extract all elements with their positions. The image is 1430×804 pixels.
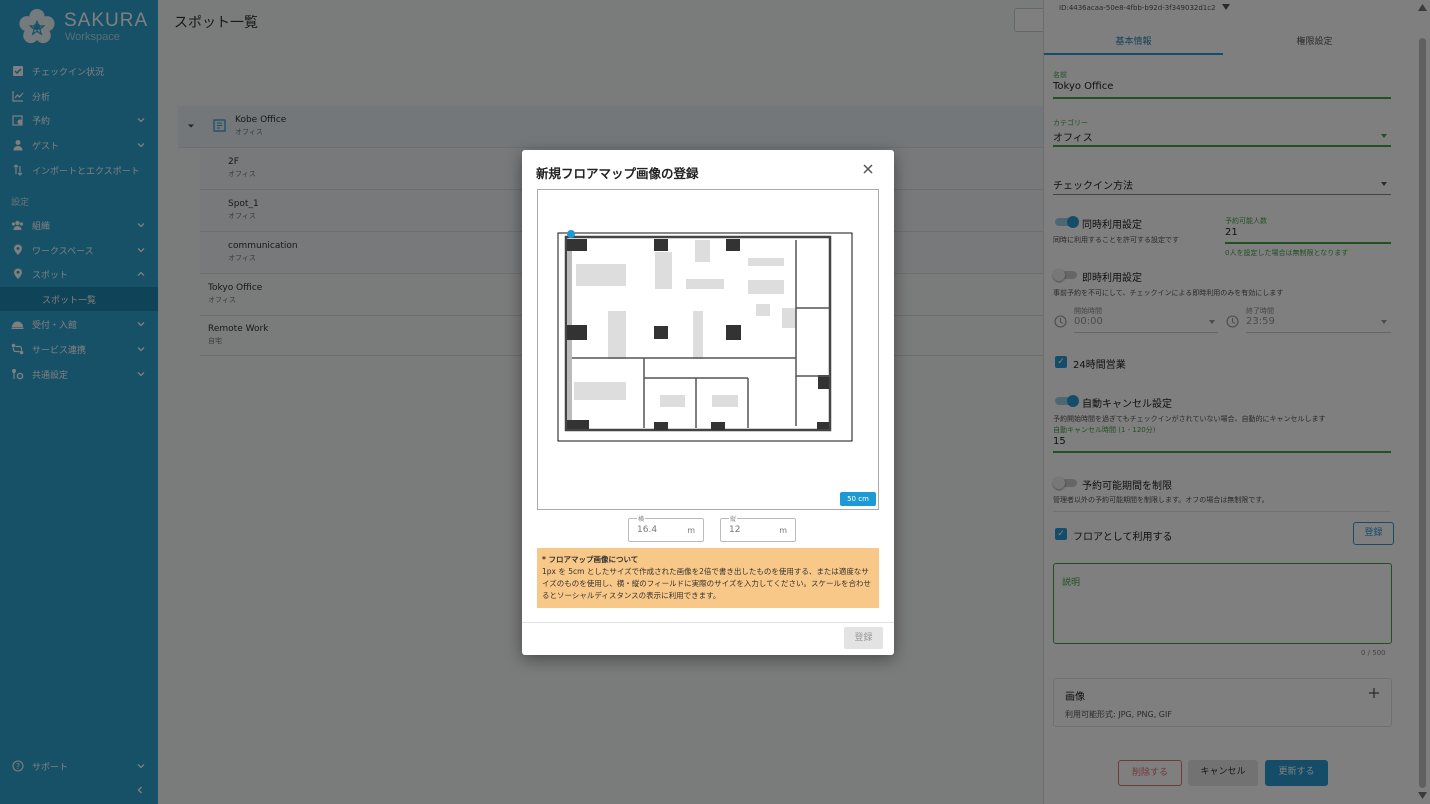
floor-map-image bbox=[557, 230, 853, 442]
width-unit: m bbox=[687, 526, 695, 535]
width-label: 横 bbox=[637, 514, 646, 523]
width-input[interactable]: 16.4 bbox=[637, 525, 657, 535]
height-label: 縦 bbox=[729, 514, 738, 523]
height-input[interactable]: 12 bbox=[729, 525, 740, 535]
width-field[interactable]: 横 16.4 m bbox=[628, 514, 704, 542]
close-icon[interactable] bbox=[861, 162, 875, 176]
divider bbox=[522, 622, 894, 623]
modal-register-button[interactable]: 登録 bbox=[844, 627, 883, 649]
modal-title: 新規フロアマップ画像の登録 bbox=[536, 166, 699, 181]
note-body: 1px を 5cm としたサイズで作成された画像を2倍で書き出したものを使用する… bbox=[542, 567, 871, 600]
scale-badge: 50 cm bbox=[840, 492, 876, 506]
floor-map-canvas[interactable]: 50 cm bbox=[537, 189, 879, 510]
floor-map-modal: 新規フロアマップ画像の登録 50 cm 横 16.4 m 縦 12 m * フロ… bbox=[522, 150, 894, 655]
height-field[interactable]: 縦 12 m bbox=[720, 514, 796, 542]
note-heading: * フロアマップ画像について bbox=[542, 555, 639, 564]
height-unit: m bbox=[779, 526, 787, 535]
floor-map-note: * フロアマップ画像について 1px を 5cm としたサイズで作成された画像を… bbox=[537, 548, 879, 608]
